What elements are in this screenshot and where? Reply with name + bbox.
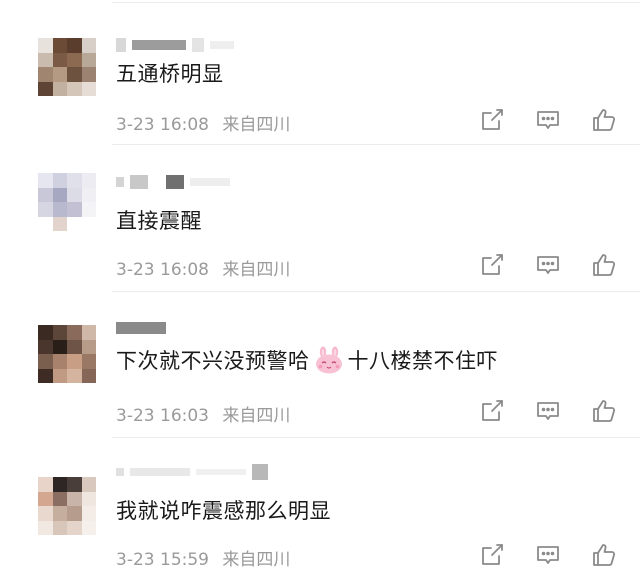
like-icon[interactable]: [590, 106, 618, 134]
comment-icon[interactable]: [534, 397, 562, 425]
comment-item: 直接震醒 3-23 16:08 来自四川: [0, 147, 640, 292]
comment-source: 来自四川: [222, 550, 291, 570]
bunny-emoji-icon: [314, 346, 344, 374]
like-icon[interactable]: [590, 397, 618, 425]
comment-time: 15:59: [160, 550, 209, 570]
comment-actions: [478, 251, 618, 279]
comment-time: 16:08: [160, 115, 209, 135]
comment-date: 3-23: [116, 406, 155, 426]
share-icon[interactable]: [478, 251, 506, 279]
username-blurred[interactable]: [116, 173, 230, 191]
divider: [112, 144, 640, 145]
like-icon[interactable]: [590, 251, 618, 279]
comment-source: 来自四川: [222, 260, 291, 280]
share-icon[interactable]: [478, 106, 506, 134]
comment-actions: [478, 106, 618, 134]
comment-meta: 3-23 16:08 来自四川: [116, 110, 290, 135]
comment-source: 来自四川: [222, 115, 291, 135]
share-icon[interactable]: [478, 397, 506, 425]
divider: [112, 437, 640, 438]
comment-actions: [478, 541, 618, 569]
username-blurred[interactable]: [116, 319, 166, 337]
comment-actions: [478, 397, 618, 425]
comment-item: 我就说咋震感那么明显 3-23 15:59 来自四川: [0, 439, 640, 583]
comment-icon[interactable]: [534, 541, 562, 569]
comment-meta: 3-23 16:03 来自四川: [116, 401, 290, 426]
comment-text: 直接震醒: [116, 209, 202, 233]
comment-icon[interactable]: [534, 106, 562, 134]
comment-time: 16:08: [160, 260, 209, 280]
comment-time: 16:03: [160, 406, 209, 426]
avatar[interactable]: [38, 173, 96, 231]
share-icon[interactable]: [478, 541, 506, 569]
avatar[interactable]: [38, 477, 96, 535]
comment-text-part: 十八楼禁不住吓: [347, 349, 498, 373]
like-icon[interactable]: [590, 541, 618, 569]
avatar[interactable]: [38, 325, 96, 383]
username-blurred[interactable]: [116, 36, 234, 54]
username-blurred[interactable]: [116, 463, 268, 481]
comment-item: 五通桥明显 3-23 16:08 来自四川: [0, 0, 640, 145]
comment-text-part: 下次就不兴没预警哈: [116, 349, 310, 373]
comment-icon[interactable]: [534, 251, 562, 279]
comment-text: 我就说咋震感那么明显: [116, 499, 331, 523]
comment-item: 下次就不兴没预警哈 十八楼禁不住吓 3-23 16:03 来自四川: [0, 293, 640, 438]
comment-source: 来自四川: [222, 406, 291, 426]
comment-date: 3-23: [116, 260, 155, 280]
comment-text: 下次就不兴没预警哈 十八楼禁不住吓: [116, 345, 498, 375]
comment-date: 3-23: [116, 550, 155, 570]
avatar[interactable]: [38, 38, 96, 96]
comment-date: 3-23: [116, 115, 155, 135]
comment-text: 五通桥明显: [116, 62, 224, 86]
comment-meta: 3-23 15:59 来自四川: [116, 545, 290, 570]
comment-meta: 3-23 16:08 来自四川: [116, 255, 290, 280]
divider: [112, 291, 640, 292]
